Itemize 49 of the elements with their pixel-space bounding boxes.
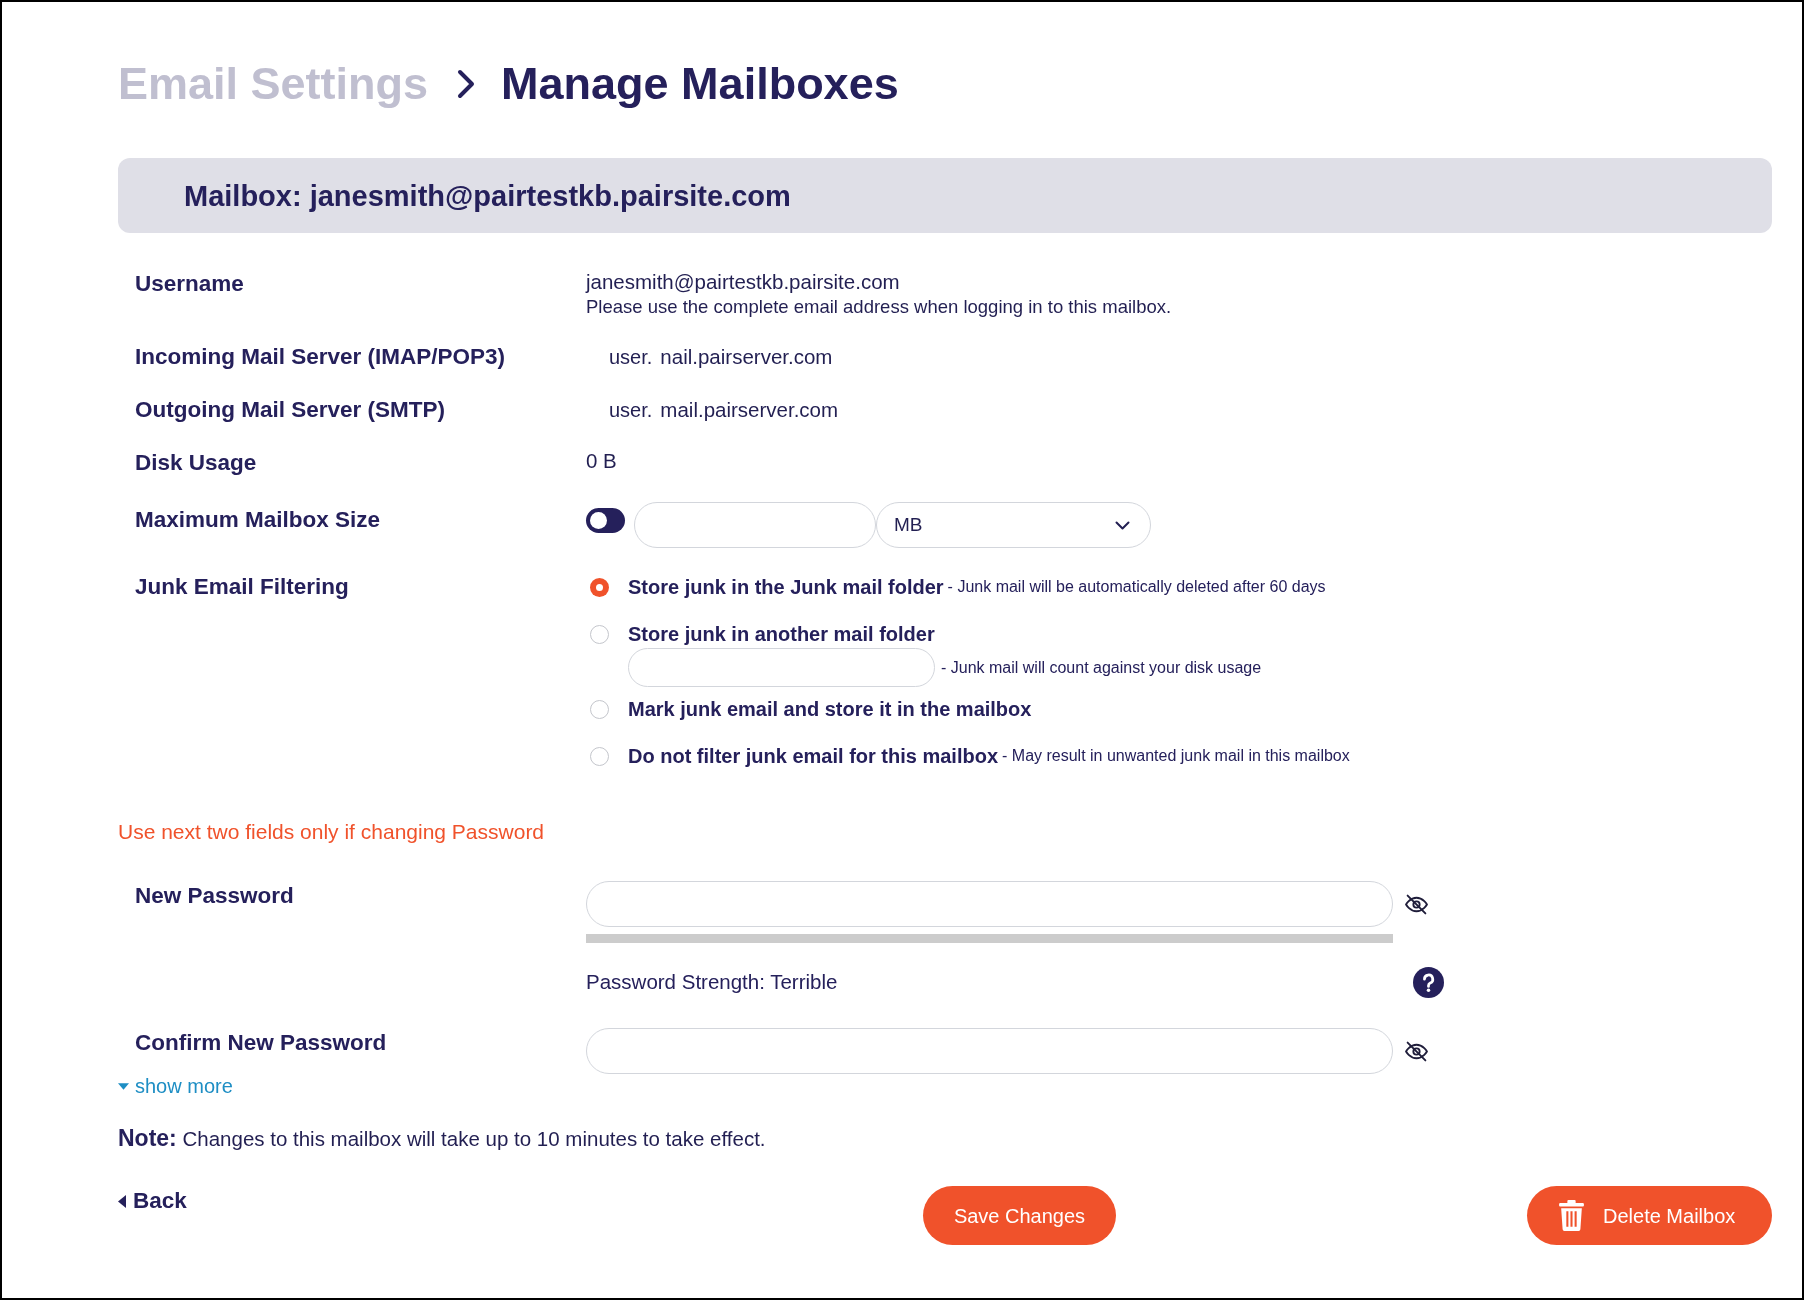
page-title: Manage Mailboxes	[501, 57, 899, 110]
chevron-down-icon	[1115, 520, 1130, 530]
field-label: Username	[135, 270, 245, 298]
save-button[interactable]: Save Changes	[923, 1186, 1116, 1245]
show-more-link[interactable]: show more	[118, 1075, 233, 1097]
option-label: Store junk in the Junk mail folder	[628, 575, 944, 600]
eye-slash-icon[interactable]	[1405, 893, 1428, 915]
password-field[interactable]	[586, 1028, 1393, 1074]
option-hint: - Junk mail will be automatically deleted after 60 days	[947, 577, 1326, 597]
username-prefix: user.	[609, 345, 653, 370]
field-label: Maximum Mailbox Size	[135, 506, 382, 534]
username-prefix: user.	[609, 398, 653, 423]
eye-slash-icon[interactable]	[1405, 1040, 1428, 1062]
caret-left-icon	[118, 1194, 126, 1208]
server-hostname: mail.pairserver.com	[660, 397, 839, 423]
password-strength-text: Password Strength: Terrible	[586, 969, 838, 993]
field-value: 0 B	[586, 449, 617, 473]
field-label: Confirm New Password	[135, 1029, 388, 1057]
field-label: Junk Email Filtering	[135, 573, 350, 601]
help-text: Please use the complete email address when logging in to this mailbox.	[586, 296, 1172, 318]
mailbox-title: Mailbox: janesmith@pairtestkb.pairsite.com	[184, 178, 791, 213]
password-field[interactable]	[586, 881, 1393, 927]
note-text: Note: Changes to this mailbox will take up to 10 minutes to take effect.	[118, 1124, 767, 1153]
folder-name-field[interactable]	[628, 648, 935, 687]
size-input-field[interactable]	[634, 502, 876, 548]
radio-button[interactable]	[590, 577, 609, 597]
option-hint: - May result in unwanted junk mail in this mailbox	[1002, 746, 1350, 766]
option-label: Mark junk email and store it in the mailbox	[628, 697, 1032, 722]
back-link[interactable]: Back	[118, 1187, 187, 1215]
toggle-switch[interactable]	[586, 508, 625, 533]
caret-down-icon	[118, 1082, 129, 1090]
password-notice: Use next two fields only if changing Password	[118, 819, 546, 845]
radio-button[interactable]	[590, 624, 609, 644]
help-icon[interactable]	[1413, 967, 1444, 998]
option-hint: - Junk mail will count against your disk usage	[941, 657, 1262, 678]
trash-icon	[1559, 1200, 1584, 1231]
radio-button[interactable]	[590, 746, 609, 766]
delete-button[interactable]: Delete Mailbox	[1527, 1186, 1772, 1245]
field-label: Outgoing Mail Server (SMTP)	[135, 396, 447, 424]
server-hostname: nail.pairserver.com	[660, 344, 833, 370]
field-value: janesmith@pairtestkb.pairsite.com	[586, 270, 901, 294]
unit-dropdown[interactable]: MB	[876, 502, 1151, 548]
option-label: Store junk in another mail folder	[628, 622, 935, 647]
radio-button[interactable]	[590, 699, 609, 719]
field-label: New Password	[135, 882, 295, 910]
field-label: Incoming Mail Server (IMAP/POP3)	[135, 343, 507, 371]
chevron-right-icon	[456, 68, 477, 99]
field-label: Disk Usage	[135, 449, 258, 477]
option-label: Do not filter junk email for this mailbox	[628, 744, 999, 769]
